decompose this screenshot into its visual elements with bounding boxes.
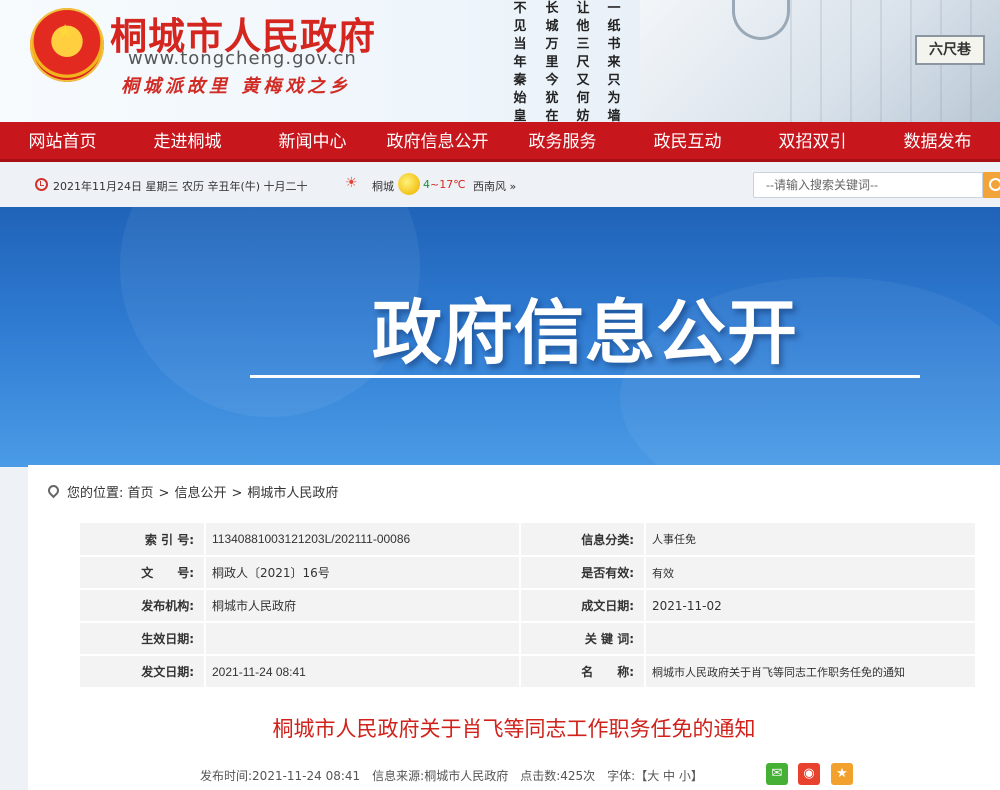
meta-label: 成文日期: xyxy=(520,589,645,623)
header-poem: 不见当年秦始皇 长城万里今犹在 让他三尺又何妨 一纸书来只为墙 xyxy=(505,0,635,122)
weather-wind[interactable]: 西南风 » xyxy=(473,178,516,194)
meta-value: 2021-11-02 xyxy=(644,589,975,623)
nav-item-data[interactable]: 数据发布 xyxy=(875,122,1000,162)
breadcrumb-separator: > xyxy=(158,486,170,501)
main-content: 您的位置: 首页 > 信息公开 > 桐城市人民政府 索 引 号: 11340881003… xyxy=(28,465,1000,790)
poem-column: 不见当年秦始皇 xyxy=(513,1,527,122)
weibo-share-icon[interactable]: ◉ xyxy=(798,763,820,785)
nav-item-news[interactable]: 新闻中心 xyxy=(250,122,375,162)
banner: 政府信息公开 xyxy=(0,207,1000,467)
meta-label: 名 称: xyxy=(520,655,645,689)
nav-item-info-disclosure[interactable]: 政府信息公开 xyxy=(375,122,500,162)
main-nav: 网站首页 走进桐城 新闻中心 政府信息公开 政务服务 政民互动 双招双引 数据发… xyxy=(0,122,1000,162)
meta-value: 11340881003121203L/202111-00086 xyxy=(204,523,521,557)
meta-row: 索 引 号: 11340881003121203L/202111-00086 信… xyxy=(80,523,975,557)
meta-value: 桐城市人民政府 xyxy=(204,589,521,623)
nav-item-interaction[interactable]: 政民互动 xyxy=(625,122,750,162)
meta-label: 关 键 词: xyxy=(520,622,645,656)
meta-label: 是否有效: xyxy=(520,556,645,590)
banner-divider xyxy=(250,375,920,378)
poem-column: 长城万里今犹在 xyxy=(545,1,559,122)
search-button[interactable] xyxy=(983,172,1000,198)
national-emblem-icon: ★ xyxy=(30,8,104,82)
header-scene-image: 六尺巷 xyxy=(640,0,1000,122)
poem-column: 让他三尺又何妨 xyxy=(576,1,590,122)
breadcrumb-home-link[interactable]: 首页 xyxy=(128,486,154,501)
info-bar: 2021年11月24日 星期三 农历 辛丑年(牛) 十月二十 ☀ 桐城 4~17… xyxy=(0,165,1000,207)
breadcrumb-separator: > xyxy=(231,486,243,501)
search-input[interactable]: --请输入搜索关键词-- xyxy=(753,172,983,198)
site-header: ★ 桐城市人民政府 www.tongcheng.gov.cn 桐城派故里 黄梅戏… xyxy=(0,0,1000,122)
page: ★ 桐城市人民政府 www.tongcheng.gov.cn 桐城派故里 黄梅戏… xyxy=(0,0,1000,790)
meta-row: 生效日期: 关 键 词: xyxy=(80,622,975,656)
meta-value: 有效 xyxy=(644,556,975,590)
meta-label: 发布机构: xyxy=(80,589,205,623)
weather-city: 桐城 xyxy=(372,180,394,193)
wechat-share-icon[interactable]: ✉ xyxy=(766,763,788,785)
meta-row: 文 号: 桐政人〔2021〕16号 是否有效: 有效 xyxy=(80,556,975,590)
meta-value: 2021-11-24 08:41 xyxy=(204,655,521,689)
clock-icon xyxy=(35,178,48,191)
meta-value xyxy=(204,622,521,656)
scene-gate xyxy=(732,0,790,40)
site-url: www.tongcheng.gov.cn xyxy=(128,48,357,69)
nav-item-about[interactable]: 走进桐城 xyxy=(125,122,250,162)
weather-temperature: 4~17℃ xyxy=(423,178,466,191)
meta-label: 索 引 号: xyxy=(80,523,205,557)
document-meta-table: 索 引 号: 11340881003121203L/202111-00086 信… xyxy=(80,523,975,689)
meta-value: 桐政人〔2021〕16号 xyxy=(204,556,521,590)
nav-item-investment[interactable]: 双招双引 xyxy=(750,122,875,162)
meta-label: 文 号: xyxy=(80,556,205,590)
temp-low: 4 xyxy=(423,178,430,191)
poem-column: 一纸书来只为墙 xyxy=(607,1,621,122)
location-pin-icon xyxy=(48,485,59,499)
current-date: 2021年11月24日 星期三 农历 辛丑年(牛) 十月二十 xyxy=(53,180,308,193)
meta-label: 发文日期: xyxy=(80,655,205,689)
temp-high: ~17℃ xyxy=(430,178,466,191)
breadcrumb-government-link[interactable]: 桐城市人民政府 xyxy=(247,486,338,501)
sunny-icon xyxy=(398,173,420,195)
breadcrumb: 您的位置: 首页 > 信息公开 > 桐城市人民政府 xyxy=(48,482,338,501)
meta-value: 桐城市人民政府关于肖飞等同志工作职务任免的通知 xyxy=(644,655,975,689)
article-title: 桐城市人民政府关于肖飞等同志工作职务任免的通知 xyxy=(272,717,756,741)
scene-plaque: 六尺巷 xyxy=(915,35,985,65)
meta-value xyxy=(644,622,975,656)
meta-value: 人事任免 xyxy=(644,523,975,557)
article-info: 发布时间:2021-11-24 08:41 信息来源:桐城市人民政府 点击数:4… xyxy=(200,769,703,783)
weather-sun-icon: ☀ xyxy=(345,175,358,191)
breadcrumb-prefix: 您的位置: xyxy=(67,486,124,501)
meta-label: 生效日期: xyxy=(80,622,205,656)
meta-row: 发布机构: 桐城市人民政府 成文日期: 2021-11-02 xyxy=(80,589,975,623)
meta-label: 信息分类: xyxy=(520,523,645,557)
site-slogan: 桐城派故里 黄梅戏之乡 xyxy=(121,76,352,97)
favorite-star-icon[interactable]: ★ xyxy=(831,763,853,785)
breadcrumb-info-link[interactable]: 信息公开 xyxy=(174,486,226,501)
nav-item-home[interactable]: 网站首页 xyxy=(0,122,125,162)
meta-row: 发文日期: 2021-11-24 08:41 名 称: 桐城市人民政府关于肖飞等… xyxy=(80,655,975,689)
nav-item-services[interactable]: 政务服务 xyxy=(500,122,625,162)
banner-title: 政府信息公开 xyxy=(372,292,798,374)
